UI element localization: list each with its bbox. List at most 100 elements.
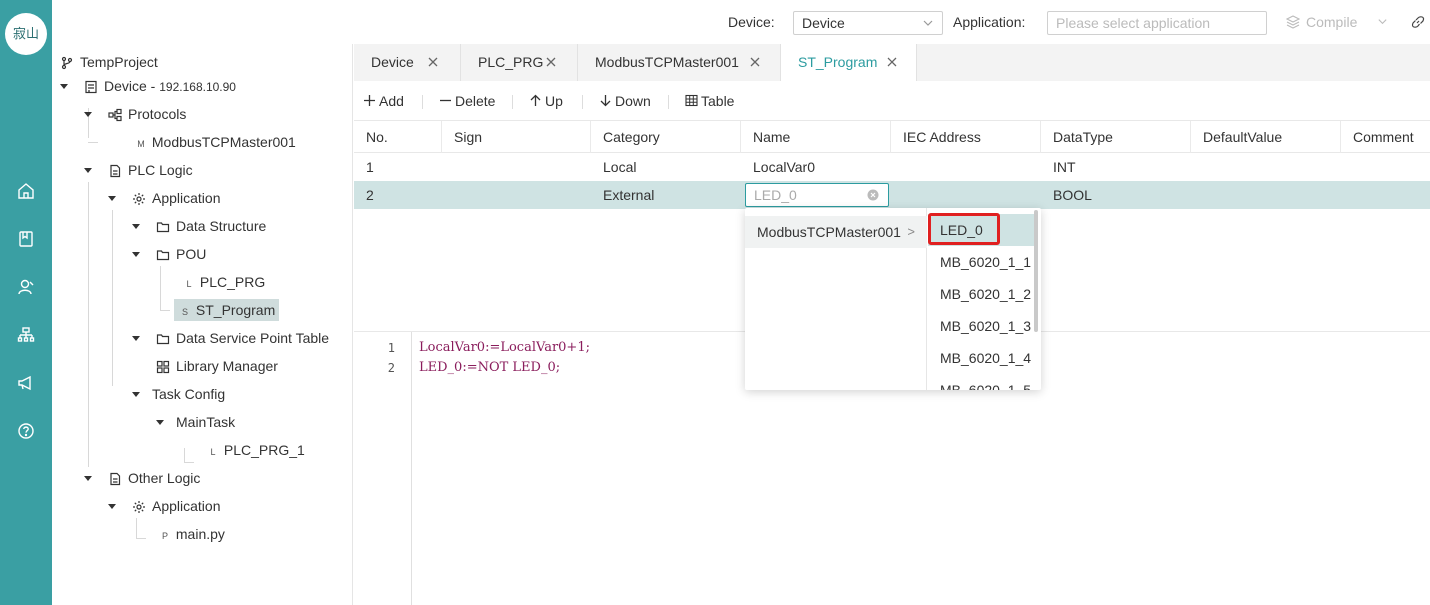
table-button[interactable]: Table [685,93,734,109]
column-header[interactable]: DataType [1041,121,1191,153]
name-cascader-input[interactable]: LED_0 [745,183,889,207]
leaf-mark: P [161,531,168,541]
tree-item-protocols[interactable]: Protocols [84,103,186,125]
device-icon [84,78,100,94]
cascader-option[interactable]: MB_6020_1_1 [928,246,1036,278]
caret-down-icon [156,420,164,425]
tab-plc-prg[interactable]: PLC_PRG [461,44,578,81]
table-row[interactable]: 2 External LED_0 BOOL [354,181,1430,209]
tree-connector [112,210,113,386]
document-icon[interactable] [16,229,36,249]
left-rail: 寂山 [0,0,52,605]
dropdown-scrollbar[interactable] [1034,210,1038,332]
close-icon[interactable] [545,56,557,68]
tab-modbus[interactable]: ModbusTCPMaster001 [578,44,781,81]
application-label: Application: [953,14,1026,30]
tab-st-program[interactable]: ST_Program [781,44,917,81]
tree-label: PLC Logic [128,162,193,178]
column-header[interactable]: Name [741,121,891,153]
tree-item-pou[interactable]: POU [132,243,206,265]
tree-item-main-py[interactable]: P main.py [158,523,225,545]
toolbar-divider [582,95,583,109]
close-icon[interactable] [886,56,898,68]
minus-icon [440,99,451,102]
compile-icon [1285,15,1301,29]
tab-device[interactable]: Device [354,44,461,81]
branch-icon [60,54,76,70]
column-header[interactable]: IEC Address [891,121,1041,153]
application-select[interactable]: Please select application [1047,11,1267,35]
caret-down-icon [84,168,92,173]
tree-label: Application [152,498,221,514]
users-icon[interactable] [16,277,36,297]
file-icon [108,162,124,178]
tree-item-project[interactable]: TempProject [60,51,158,73]
cell-category[interactable]: Local [591,153,636,181]
cascader-option[interactable]: MB_6020_1_5 [928,374,1036,390]
toolbar-divider [668,95,669,109]
close-icon[interactable] [749,56,761,68]
tree-connector [136,538,146,539]
code-line[interactable]: LED_0:=NOT LED_0; [419,360,560,375]
tree-item-device[interactable]: Device - 192.168.10.90 [60,75,236,97]
code-line[interactable]: LocalVar0:=LocalVar0+1; [419,340,590,355]
chevron-right-icon: > [907,224,915,239]
tree-item-data-structure[interactable]: Data Structure [132,215,266,237]
delete-button[interactable]: Delete [439,93,495,109]
tree-item-data-service[interactable]: Data Service Point Table [132,327,329,349]
caret-down-icon [132,224,140,229]
tree-item-main-task[interactable]: MainTask [156,411,235,433]
column-header[interactable]: DefaultValue [1191,121,1341,153]
tree-item-other-application[interactable]: Application [108,495,221,517]
cascader-option[interactable]: MB_6020_1_2 [928,278,1036,310]
cell-datatype[interactable]: INT [1041,153,1076,181]
toolbar-divider [512,95,513,109]
column-header[interactable]: Comment [1341,121,1430,153]
tree-connector [88,182,89,467]
add-button[interactable]: Add [363,93,404,109]
cascader-option[interactable]: MB_6020_1_4 [928,342,1036,374]
column-header[interactable]: Sign [442,121,591,153]
cell-no: 1 [366,159,374,175]
tab-label: ST_Program [798,54,878,70]
cell-datatype[interactable]: BOOL [1041,181,1092,209]
library-icon [156,358,172,374]
clear-icon[interactable] [867,189,879,201]
help-icon[interactable] [16,421,36,441]
device-select[interactable]: Device [793,11,943,35]
table-row[interactable]: 1 Local LocalVar0 INT [354,153,1430,181]
tree-item-other-logic[interactable]: Other Logic [84,467,200,489]
link-icon[interactable] [1411,15,1425,29]
down-button[interactable]: Down [599,93,651,109]
column-header[interactable]: No. [354,121,442,153]
cascader-option[interactable]: MB_6020_1_3 [928,310,1036,342]
compile-label: Compile [1306,14,1358,30]
tree-item-plc-logic[interactable]: PLC Logic [84,159,193,181]
chevron-down-icon [923,20,933,26]
cell-category[interactable]: External [591,181,654,209]
up-label: Up [545,93,563,109]
caret-down-icon [132,392,140,397]
tree-item-application[interactable]: Application [108,187,221,209]
tree-item-st-program[interactable]: S ST_Program [174,299,280,321]
announcement-icon[interactable] [16,373,36,393]
close-icon[interactable] [427,56,439,68]
home-icon[interactable] [16,181,36,201]
delete-label: Delete [455,93,496,109]
up-button[interactable]: Up [529,93,563,109]
tree-label: ST_Program [195,302,276,318]
tree-label: Device - [104,78,160,94]
tree-label: TempProject [80,54,158,70]
cascader-option-modbus[interactable]: ModbusTCPMaster001 > [745,216,927,248]
network-icon[interactable] [16,325,36,345]
tree-item-modbus[interactable]: M ModbusTCPMaster001 [134,131,296,153]
table-label: Table [701,93,735,109]
tree-item-task-config[interactable]: Task Config [132,383,225,405]
tree-item-library-manager[interactable]: Library Manager [156,355,278,377]
tree-item-plc-prg[interactable]: L PLC_PRG [182,271,265,293]
cell-name[interactable]: LocalVar0 [741,153,815,181]
column-header[interactable]: Category [591,121,741,153]
compile-button[interactable]: Compile [1285,14,1388,30]
tree-item-plc-prg-1[interactable]: L PLC_PRG_1 [206,439,304,461]
table-icon [685,94,698,107]
